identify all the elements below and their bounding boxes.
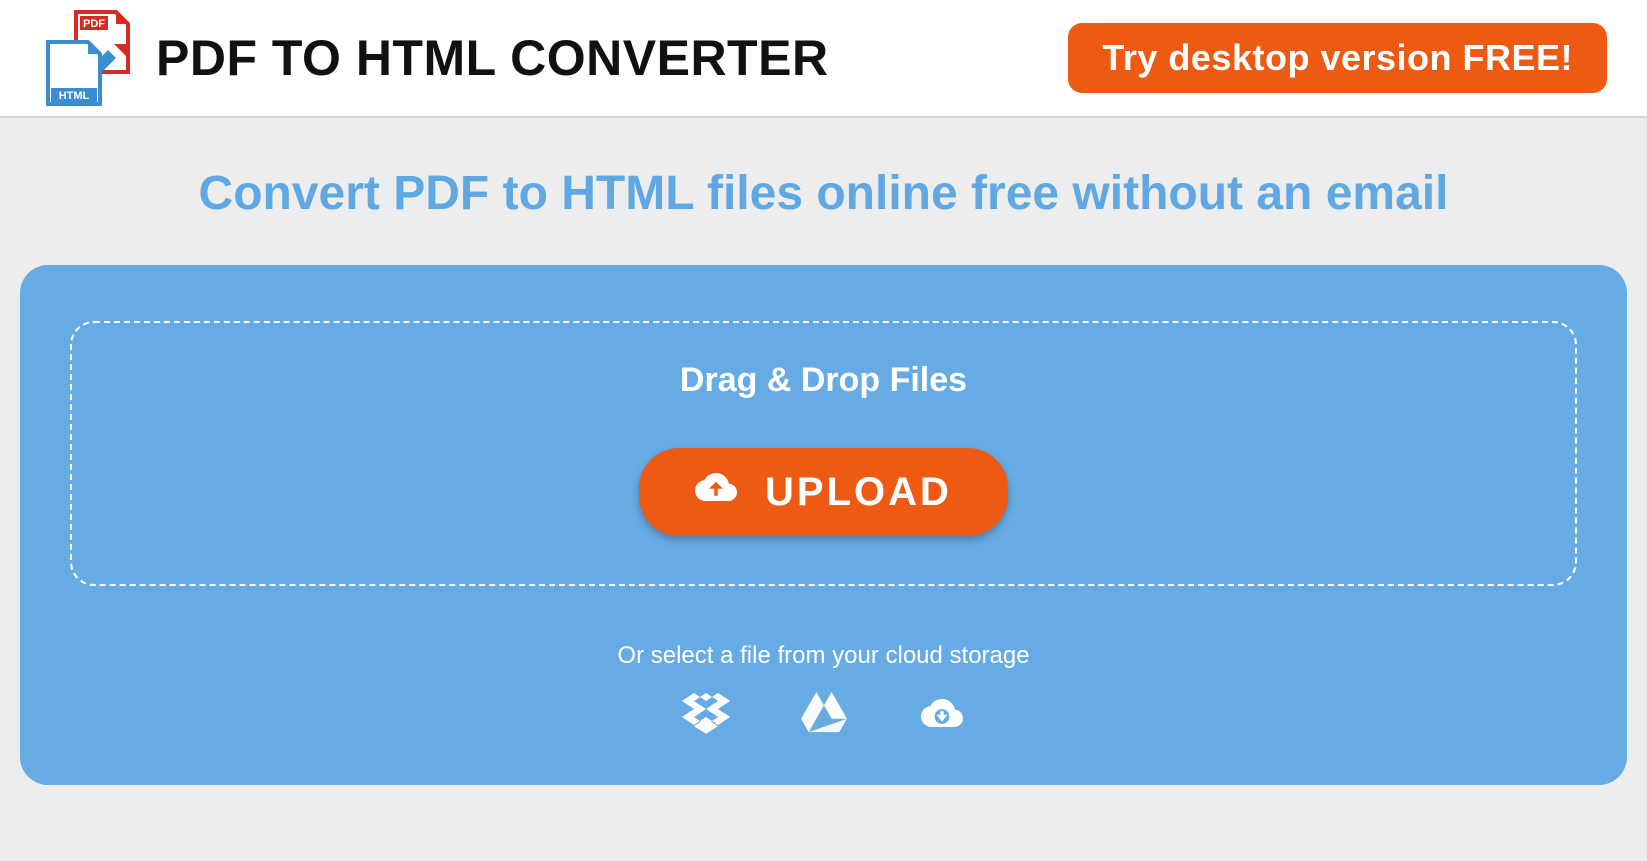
logo-pdf-text: PDF	[83, 18, 105, 30]
dropzone[interactable]: Drag & Drop Files UPLOAD	[70, 321, 1577, 586]
page-subtitle: Convert PDF to HTML files online free wi…	[0, 166, 1647, 221]
google-drive-icon	[800, 722, 848, 737]
cloud-download-icon	[918, 722, 966, 737]
upload-button[interactable]: UPLOAD	[639, 448, 1008, 536]
drag-drop-label: Drag & Drop Files	[92, 361, 1555, 400]
app-logo: PDF HTML	[40, 10, 136, 106]
cloud-provider-row	[70, 692, 1577, 737]
app-title: PDF TO HTML CONVERTER	[156, 29, 829, 87]
upload-button-label: UPLOAD	[765, 470, 952, 515]
header-left: PDF HTML PDF TO HTML CONVERTER	[40, 10, 829, 106]
try-desktop-button[interactable]: Try desktop version FREE!	[1068, 23, 1607, 93]
cloud-upload-icon	[695, 466, 737, 518]
dropbox-button[interactable]	[682, 692, 730, 737]
logo-html-text: HTML	[59, 90, 90, 102]
upload-panel: Drag & Drop Files UPLOAD Or select a fil…	[20, 265, 1627, 785]
cloud-download-button[interactable]	[918, 692, 966, 737]
cloud-storage-label: Or select a file from your cloud storage	[70, 642, 1577, 670]
google-drive-button[interactable]	[800, 692, 848, 737]
header: PDF HTML PDF TO HTML CONVERTER Try deskt	[0, 0, 1647, 118]
dropbox-icon	[682, 722, 730, 737]
